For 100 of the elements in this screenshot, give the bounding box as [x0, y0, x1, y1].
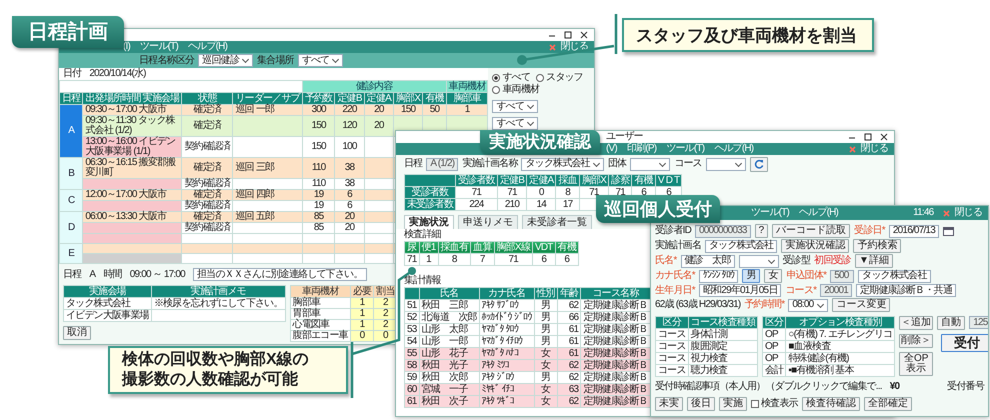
refresh-button[interactable] — [750, 157, 768, 172]
column-header: 性別 — [534, 287, 558, 300]
table-cell: 男 — [534, 311, 558, 324]
day-cell[interactable]: C — [60, 190, 83, 212]
column-header: VDT — [532, 241, 556, 254]
button[interactable]: ? — [754, 224, 768, 238]
radio-option[interactable]: 車両機材 — [492, 84, 540, 96]
button[interactable]: 予約検索 — [853, 239, 902, 253]
table-cell: 210 — [497, 198, 527, 210]
maximize-icon[interactable] — [564, 31, 572, 39]
day-cell[interactable]: D — [60, 212, 83, 244]
button[interactable]: コース変更 — [832, 298, 890, 312]
table-cell: 60 — [404, 383, 420, 396]
button[interactable]: 実施状況確認 — [781, 239, 850, 253]
input-field[interactable]: 0000000033 — [695, 224, 751, 238]
input-field[interactable]: 定期健康診断Ｂ・共通 — [856, 284, 956, 297]
day-cell[interactable]: E — [60, 244, 83, 264]
toggle-button[interactable]: 女 — [764, 269, 782, 283]
dropdown[interactable]: すべて — [298, 54, 344, 67]
radio-option[interactable]: スタッフ — [536, 72, 583, 84]
accept-button[interactable]: 受付 — [941, 334, 988, 352]
column-header: 区分 — [656, 316, 688, 328]
close-icon[interactable] — [580, 31, 588, 39]
dropdown[interactable]: 巡回健診 — [198, 54, 254, 67]
menu-item[interactable]: (V) — [606, 143, 617, 155]
button[interactable]: バーコード読取 — [772, 224, 850, 238]
table-cell: ﾔﾏｶﾞﾀ ﾀﾛｳ — [479, 323, 534, 336]
input-field[interactable]: タック株式会社 — [858, 270, 931, 282]
button[interactable]: 実施 — [719, 397, 747, 411]
checkbox[interactable]: 検査表示 — [751, 398, 798, 410]
table-cell: 秋田 三郎 — [419, 299, 480, 312]
dropdown[interactable]: すべて — [492, 117, 538, 130]
section-title: 集計情報 — [404, 274, 441, 287]
input-field[interactable]: A (1/2) — [426, 158, 458, 171]
cancel-button[interactable]: 取消 — [63, 326, 91, 340]
day-cell[interactable]: B — [60, 158, 83, 190]
field-label: 受診者ID — [655, 225, 692, 237]
table-cell: 北海道 次郎 — [419, 311, 480, 324]
column-header: 有機 — [555, 241, 579, 254]
input-field[interactable]: 125 — [969, 316, 988, 329]
field-label: 日付 — [63, 68, 82, 80]
menu-item[interactable]: ヘルプ(H) — [798, 207, 838, 219]
dropdown[interactable]: 08:00 — [788, 298, 828, 312]
date-field[interactable]: 2016/07/13 — [888, 224, 939, 238]
table-cell: コース — [656, 328, 688, 340]
table-cell: 腹囲測定 — [688, 340, 758, 352]
menu-item[interactable]: ヘルプ(H) — [714, 143, 754, 155]
menu-item[interactable]: ツール(T) — [140, 41, 178, 53]
calendar-icon[interactable] — [942, 226, 954, 236]
tab[interactable]: 実施状況 — [404, 214, 454, 229]
day-cell[interactable]: A — [60, 104, 83, 158]
input-field[interactable]: 健診 太郎 — [680, 254, 735, 268]
column-header: オプション検査種別 — [786, 316, 895, 328]
menu-item[interactable]: ツール(T) — [666, 143, 704, 155]
table-cell: 身体計測 — [688, 328, 758, 340]
dropdown[interactable]: タック株式会社 — [521, 158, 604, 171]
menu-item[interactable]: ヘルプ(H) — [188, 41, 228, 53]
dropdown[interactable]: すべて — [492, 100, 538, 113]
table-cell: コース — [656, 364, 688, 376]
button[interactable]: ▼詳細 — [854, 254, 893, 268]
button[interactable]: 検査待確認 — [802, 397, 860, 411]
column-header: 実施会場 — [64, 286, 152, 298]
button[interactable]: 全部確定 — [864, 397, 912, 411]
tab[interactable]: 申送りメモ — [458, 214, 518, 229]
input-field[interactable]: ｹﾝｼﾝ ﾀﾛｳ — [698, 270, 738, 282]
close-icon[interactable] — [880, 133, 888, 141]
menu-item[interactable]: ツール(T) — [751, 207, 789, 219]
callout-text: 検体の回収数や胸部X線の 撮影数の人数確認が可能 — [122, 350, 309, 390]
column-group-header: 健診内容 — [302, 80, 446, 92]
toggle-button[interactable]: 男 — [742, 269, 760, 283]
table-cell: 男 — [534, 371, 558, 384]
table-cell: ｱｷﾀ ﾂｷﾞｺ — [479, 395, 534, 408]
move-button[interactable]: 全OP表示 — [899, 352, 934, 376]
input-field[interactable]: タック株式会社 — [705, 240, 778, 252]
close-button[interactable]: 閉じる — [943, 207, 982, 219]
table-cell: 秋田 次子 — [419, 395, 480, 408]
table-cell: 224 — [456, 198, 498, 210]
table-cell: 1 — [419, 253, 438, 266]
button[interactable]: 後日 — [687, 397, 715, 411]
maximize-icon[interactable] — [864, 133, 872, 141]
field-label: 日程 — [63, 268, 82, 280]
move-button[interactable]: 削除＞ — [899, 334, 934, 348]
memo-field[interactable]: 担当のＸＸさんに別途連絡して下さい。 — [192, 268, 367, 281]
input-field[interactable]: 昭和29年01月05日 — [698, 284, 782, 297]
input-field[interactable]: 20001 — [820, 284, 852, 297]
button[interactable]: 未実 — [655, 397, 683, 411]
close-button[interactable]: 閉じる — [849, 143, 888, 155]
menu-item[interactable]: 印刷(P) — [626, 143, 656, 155]
button[interactable]: 自動 — [937, 316, 966, 330]
move-button[interactable]: ＜追加 — [899, 316, 934, 330]
table-cell: ※検尿を忘れずにして下さい。 — [151, 298, 286, 310]
tab[interactable]: 未受診者一覧 — [522, 214, 592, 229]
column-header: 定健A — [526, 174, 556, 186]
radio-option[interactable]: すべて — [492, 72, 530, 84]
column-header: 実施計画メモ — [151, 286, 286, 298]
input-field[interactable]: 500 — [830, 270, 854, 282]
table-cell: 13:00～16:00 イビデン大阪事業場 (1/1) — [82, 136, 182, 158]
table-cell: ﾐﾔｷﾞ ｲﾁｺ — [479, 383, 534, 396]
column-header: 血算 — [470, 241, 494, 254]
column-header: 採血 — [556, 174, 580, 186]
